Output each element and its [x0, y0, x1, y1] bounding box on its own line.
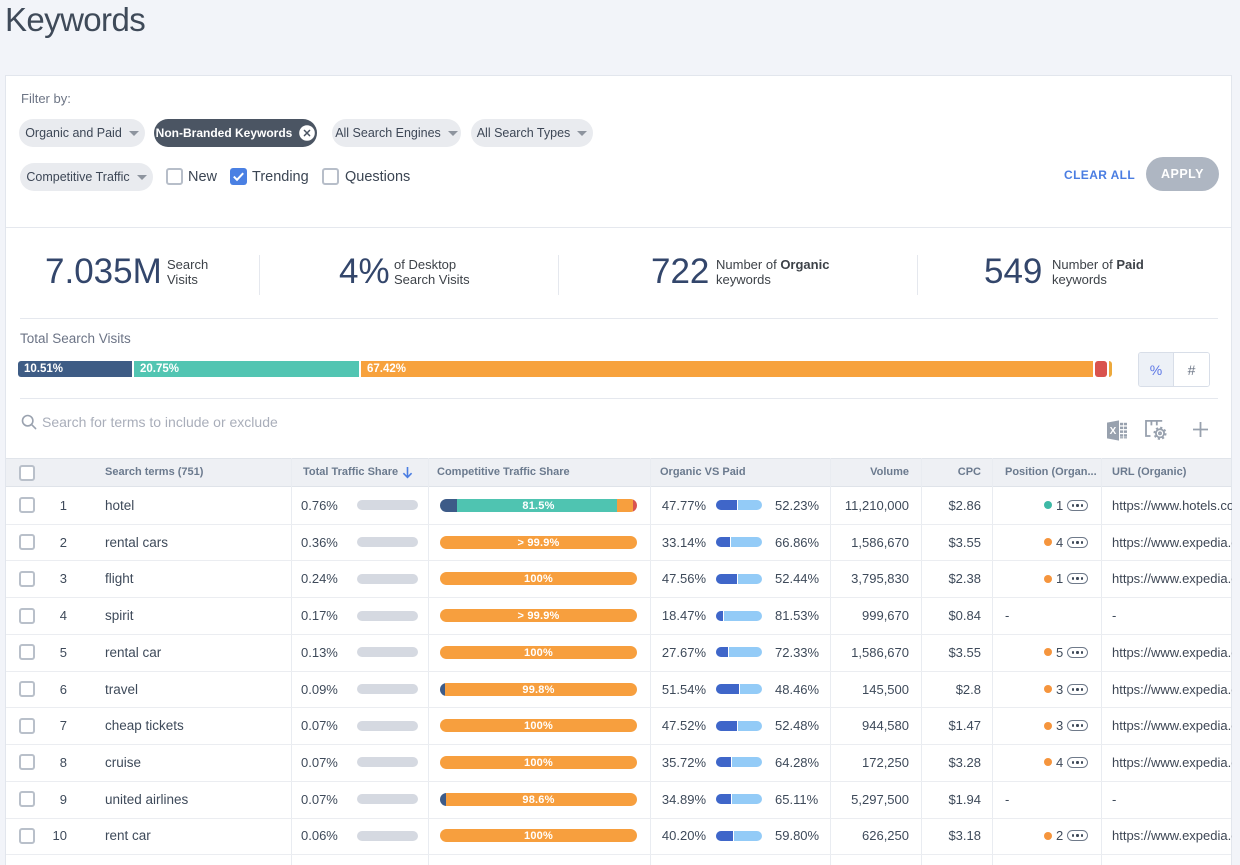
svg-text:X: X	[1110, 426, 1117, 437]
